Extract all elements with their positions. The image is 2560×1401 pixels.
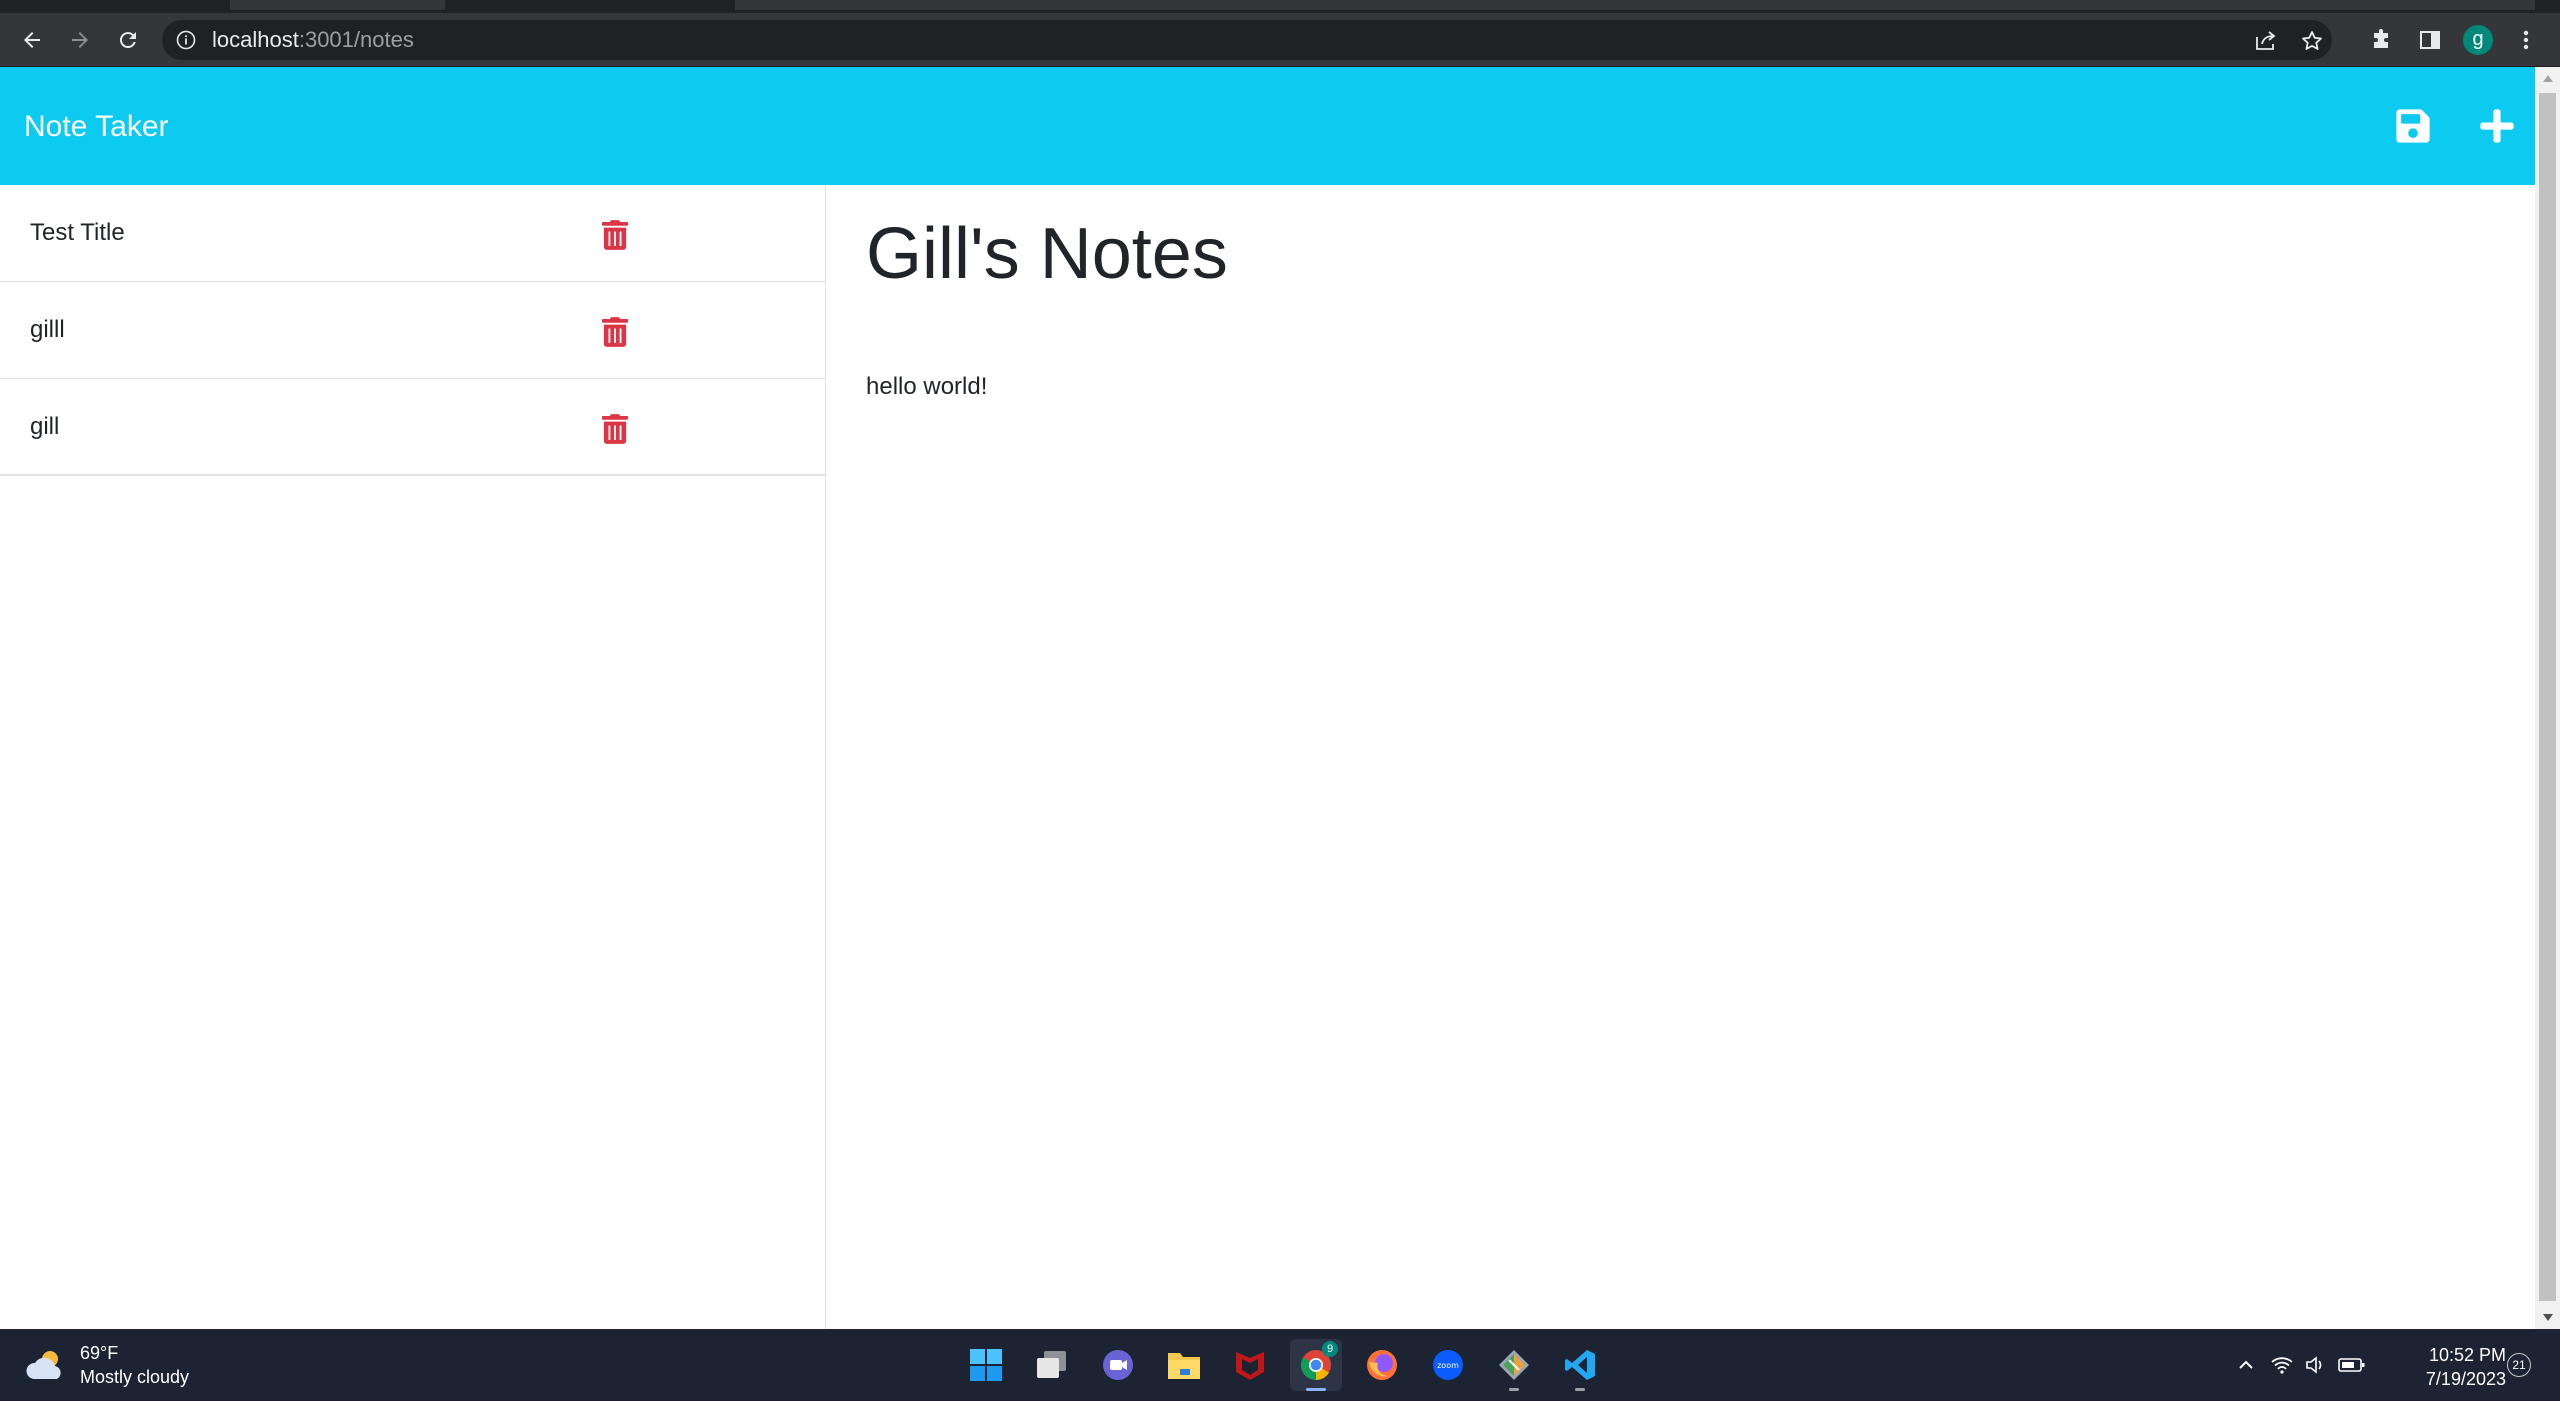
battery-icon[interactable] <box>2338 1356 2366 1374</box>
folder-icon <box>1168 1353 1200 1379</box>
note-list: Test Title gilll gill <box>0 185 826 476</box>
git-diamond-icon <box>1499 1350 1529 1380</box>
weather-condition: Mostly cloudy <box>80 1367 190 1387</box>
clock-date: 7/19/2023 <box>2425 1369 2506 1389</box>
url-host: localhost <box>212 27 299 52</box>
web-page: Note Taker Test Title gilll gill Gill's … <box>0 67 2535 1329</box>
puzzle-icon <box>2374 29 2388 48</box>
vscode-app[interactable] <box>1554 1339 1606 1391</box>
task-view-icon <box>1037 1351 1066 1378</box>
side-panel-button[interactable] <box>2412 22 2448 58</box>
extensions-button[interactable] <box>2364 22 2400 58</box>
note-title-field[interactable]: Gill's Notes <box>866 211 1228 297</box>
start-button[interactable] <box>960 1339 1012 1391</box>
browser-tab-strip <box>0 0 2560 13</box>
trash-icon[interactable] <box>602 414 628 444</box>
arrow-left-icon <box>24 32 40 48</box>
zoom-icon: zoom <box>1433 1350 1463 1380</box>
bookmark-star-icon[interactable] <box>2300 29 2324 53</box>
profile-button[interactable]: g <box>2460 22 2496 58</box>
notification-count-badge[interactable]: 21 <box>2507 1353 2531 1377</box>
system-tray <box>2236 1329 2366 1401</box>
system-clock[interactable]: 10:52 PM 7/19/2023 <box>2386 1343 2506 1391</box>
new-note-plus-icon[interactable] <box>2478 107 2516 145</box>
wifi-icon[interactable] <box>2270 1355 2294 1375</box>
volume-icon[interactable] <box>2304 1355 2328 1375</box>
list-item[interactable]: gill <box>0 379 825 475</box>
chat-camera-icon <box>1103 1350 1133 1380</box>
avatar: g <box>2463 25 2493 55</box>
note-title[interactable]: gilll <box>30 282 65 378</box>
note-list-panel: Test Title gilll gill <box>0 185 826 1329</box>
browser-menu-button[interactable] <box>2508 22 2544 58</box>
running-indicator <box>1509 1388 1519 1391</box>
running-indicator <box>1306 1388 1326 1391</box>
address-bar[interactable]: localhost:3001/notes <box>162 20 2332 60</box>
firefox-icon <box>1367 1350 1397 1380</box>
running-indicator <box>1575 1388 1585 1391</box>
side-panel-icon <box>2420 31 2440 49</box>
forward-button[interactable] <box>62 22 98 58</box>
zoom-label: zoom <box>1437 1361 1459 1370</box>
arrow-right-icon <box>72 32 88 48</box>
file-explorer-app[interactable] <box>1158 1339 1210 1391</box>
browser-tab-shadow <box>230 0 445 10</box>
save-note-icon[interactable] <box>2394 107 2432 145</box>
pinned-apps: 9 zoom <box>960 1339 1620 1391</box>
weather-widget[interactable]: 69°F Mostly cloudy <box>24 1341 189 1389</box>
info-icon <box>176 30 196 50</box>
list-item[interactable]: gilll <box>0 282 825 379</box>
chevron-up-icon[interactable] <box>2236 1355 2256 1375</box>
share-icon[interactable] <box>2254 29 2278 51</box>
firefox-app[interactable] <box>1356 1339 1408 1391</box>
taskbar: 69°F Mostly cloudy 9 zoom 10:52 PM 7/19/… <box>0 1329 2560 1401</box>
scroll-up-arrow-icon[interactable] <box>2543 75 2553 82</box>
url-path: :3001/notes <box>298 27 414 52</box>
teams-chat-app[interactable] <box>1092 1339 1144 1391</box>
vscode-icon <box>1565 1350 1595 1380</box>
mcafee-app[interactable] <box>1224 1339 1276 1391</box>
zoom-app[interactable]: zoom <box>1422 1339 1474 1391</box>
back-button[interactable] <box>14 22 50 58</box>
note-view: Gill's Notes hello world! <box>826 185 2535 1329</box>
page-scrollbar[interactable] <box>2535 67 2560 1329</box>
browser-toolbar: localhost:3001/notes g <box>0 13 2560 67</box>
app-navbar: Note Taker <box>0 67 2535 185</box>
task-view-button[interactable] <box>1026 1339 1078 1391</box>
chrome-badge: 9 <box>1322 1341 1338 1357</box>
clock-time: 10:52 PM <box>2428 1345 2506 1365</box>
cloudy-weather-icon <box>26 1351 61 1379</box>
windows-logo-icon <box>970 1349 1002 1381</box>
list-item[interactable]: Test Title <box>0 185 825 282</box>
url-text: localhost:3001/notes <box>212 20 414 60</box>
scroll-thumb[interactable] <box>2539 93 2556 1301</box>
more-vertical-icon <box>2523 30 2529 50</box>
git-tool-app[interactable] <box>1488 1339 1540 1391</box>
note-title[interactable]: Test Title <box>30 185 125 281</box>
reload-button[interactable] <box>110 22 146 58</box>
note-text-field[interactable]: hello world! <box>866 373 987 401</box>
trash-icon[interactable] <box>602 317 628 347</box>
mcafee-shield-icon <box>1236 1352 1264 1380</box>
scroll-down-arrow-icon[interactable] <box>2543 1314 2553 1321</box>
browser-tab-shadow <box>735 0 2535 10</box>
reload-icon <box>119 32 136 49</box>
trash-icon[interactable] <box>602 220 628 250</box>
app-brand[interactable]: Note Taker <box>24 67 169 187</box>
note-title[interactable]: gill <box>30 379 59 475</box>
chrome-app[interactable]: 9 <box>1290 1339 1342 1391</box>
weather-temperature: 69°F <box>80 1343 119 1363</box>
